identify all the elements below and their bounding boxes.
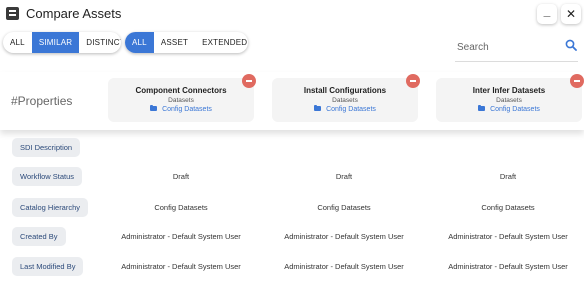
property-value: Draft [335, 172, 353, 181]
property-value [262, 142, 426, 154]
property-label-created-by: Created By [12, 227, 66, 246]
property-value: Draft [499, 172, 517, 181]
property-label-sdi-description: SDI Description [12, 138, 81, 157]
asset-type: Datasets [168, 97, 194, 104]
folder-icon [150, 105, 158, 111]
search-icon[interactable] [565, 39, 577, 51]
minimize-icon: _ [543, 4, 551, 18]
asset-folder-label: Config Datasets [326, 106, 376, 113]
remove-asset-button[interactable] [406, 74, 420, 88]
asset-name: Inter Infer Datasets [472, 86, 546, 95]
asset-folder-label: Config Datasets [490, 106, 540, 113]
asset-folder-link[interactable]: Config Datasets [436, 105, 582, 113]
property-value: Administrator - Default System User [284, 232, 404, 241]
filter-scope-extended[interactable]: EXTENDED [195, 32, 248, 53]
property-label-catalog-hierarchy: Catalog Hierarchy [12, 198, 89, 217]
window-title: Compare Assets [26, 6, 122, 21]
search-underline [455, 61, 578, 62]
property-label-workflow-status: Workflow Status [12, 167, 83, 186]
asset-card: Inter Infer Datasets Datasets Config Dat… [436, 74, 584, 122]
filter-scope-asset[interactable]: ASSET [154, 32, 195, 53]
mode-filter-group: ALL SIMILAR DISTINCT [3, 32, 121, 53]
property-value: Administrator - Default System User [448, 262, 568, 271]
asset-name: Component Connectors [135, 86, 227, 95]
remove-asset-button[interactable] [242, 74, 256, 88]
asset-type: Datasets [496, 97, 522, 104]
asset-folder-link[interactable]: Config Datasets [108, 105, 254, 113]
folder-icon [478, 105, 486, 111]
remove-asset-button[interactable] [570, 74, 584, 88]
property-value: Config Datasets [481, 203, 535, 212]
filter-mode-all[interactable]: ALL [3, 32, 32, 53]
asset-card: Install Configurations Datasets Config D… [272, 74, 420, 122]
folder-icon [314, 105, 322, 111]
search-input[interactable] [457, 38, 557, 56]
property-value: Administrator - Default System User [121, 262, 241, 271]
asset-folder-label: Config Datasets [162, 106, 212, 113]
property-value [99, 142, 263, 154]
scope-filter-group: ALL ASSET EXTENDED [125, 32, 248, 53]
close-icon: ✕ [565, 7, 577, 21]
property-value: Administrator - Default System User [284, 262, 404, 271]
close-button[interactable]: ✕ [561, 4, 581, 24]
asset-card: Component Connectors Datasets Config Dat… [108, 74, 256, 122]
title-bar: Compare Assets _ ✕ [0, 0, 584, 28]
properties-title: #Properties [11, 94, 73, 108]
property-label-last-modified-by: Last Modified By [12, 257, 84, 276]
minimize-button[interactable]: _ [537, 4, 557, 24]
asset-folder-link[interactable]: Config Datasets [272, 105, 418, 113]
property-value: Draft [172, 172, 190, 181]
asset-name: Install Configurations [303, 86, 387, 95]
property-value: Administrator - Default System User [448, 232, 568, 241]
filter-scope-all[interactable]: ALL [125, 32, 154, 53]
filter-mode-distinct[interactable]: DISTINCT [79, 32, 121, 53]
compare-app-icon [6, 7, 19, 20]
property-value: Administrator - Default System User [121, 232, 241, 241]
property-value: Config Datasets [317, 203, 371, 212]
property-value [426, 142, 584, 154]
property-value: Config Datasets [154, 203, 208, 212]
filter-mode-similar[interactable]: SIMILAR [31, 32, 80, 53]
search-box [455, 32, 580, 62]
asset-type: Datasets [332, 97, 358, 104]
